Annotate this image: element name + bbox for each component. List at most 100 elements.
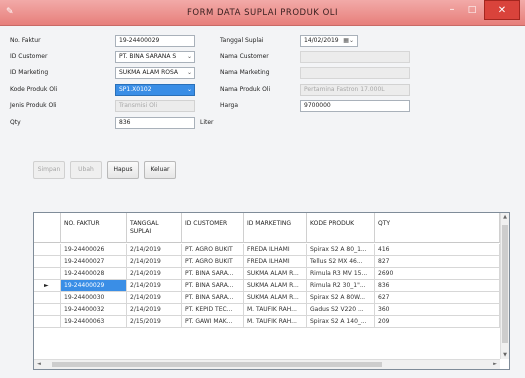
- table-row[interactable]: 19-24400032 2/14/2019 PT. KEPID TEC... M. T…: [34, 304, 509, 316]
- cell-id-customer[interactable]: PT. BINA SARA...: [182, 268, 244, 279]
- horizontal-scrollbar[interactable]: ◄ ►: [34, 359, 500, 369]
- cell-no-faktur[interactable]: 19-24400032: [61, 304, 127, 315]
- scroll-down-icon[interactable]: ▼: [501, 352, 509, 358]
- cell-kode-produk[interactable]: Spirax S2 A 140_...: [307, 316, 375, 327]
- qty-field[interactable]: 836: [115, 117, 195, 129]
- no-faktur-field[interactable]: 19-24400029: [115, 35, 195, 47]
- table-row[interactable]: ► 19-24400029 2/14/2019 PT. BINA SARA... SUK…: [34, 280, 509, 292]
- cell-no-faktur[interactable]: 19-24400027: [61, 256, 127, 267]
- cell-id-marketing[interactable]: SUKMA ALAM R...: [244, 280, 307, 291]
- cell-no-faktur[interactable]: 19-24400063: [61, 316, 127, 327]
- row-header-corner: [34, 213, 61, 243]
- cell-kode-produk[interactable]: Rimula R2 30_1"...: [307, 280, 375, 291]
- row-header[interactable]: ►: [34, 280, 61, 291]
- harga-field[interactable]: 9700000: [300, 100, 410, 112]
- cell-id-marketing[interactable]: M. TAUFIK RAH...: [244, 304, 307, 315]
- ubah-button[interactable]: Ubah: [70, 161, 102, 179]
- cell-qty[interactable]: 209: [375, 316, 500, 327]
- cell-id-marketing[interactable]: FREDA ILHAMI: [244, 244, 307, 255]
- table-row[interactable]: 19-24400027 2/14/2019 PT. AGRO BUKIT FREDA …: [34, 256, 509, 268]
- cell-tanggal-suplai[interactable]: 2/14/2019: [127, 292, 182, 303]
- id-customer-value: PT. BINA SARANA S: [119, 53, 177, 60]
- maximize-button[interactable]: □: [462, 0, 482, 20]
- table-row[interactable]: 19-24400063 2/15/2019 PT. GAWI MAK... M. TA…: [34, 316, 509, 328]
- cell-qty[interactable]: 627: [375, 292, 500, 303]
- chevron-down-icon: ⌄: [186, 69, 192, 76]
- chevron-down-icon: ⌄: [186, 53, 192, 60]
- hapus-button[interactable]: Hapus: [107, 161, 139, 179]
- cell-no-faktur[interactable]: 19-24400026: [61, 244, 127, 255]
- id-marketing-value: SUKMA ALAM ROSA: [119, 69, 179, 76]
- cell-no-faktur[interactable]: 19-24400028: [61, 268, 127, 279]
- column-header-tanggal-suplai[interactable]: TANGGAL SUPLAI: [127, 213, 182, 243]
- keluar-button[interactable]: Keluar: [144, 161, 176, 179]
- simpan-button[interactable]: Simpan: [33, 161, 65, 179]
- nama-marketing-field[interactable]: [300, 67, 410, 79]
- row-header[interactable]: [34, 316, 61, 327]
- minimize-button[interactable]: –: [442, 0, 462, 20]
- cell-qty[interactable]: 827: [375, 256, 500, 267]
- horizontal-scroll-thumb[interactable]: [52, 362, 382, 367]
- cell-no-faktur[interactable]: 19-24400030: [61, 292, 127, 303]
- cell-kode-produk[interactable]: Rimula R3 MV 15...: [307, 268, 375, 279]
- vertical-scrollbar[interactable]: ▲ ▼: [500, 213, 509, 359]
- cell-id-marketing[interactable]: M. TAUFIK RAH...: [244, 316, 307, 327]
- kode-produk-value: SP1.X0102: [119, 86, 152, 93]
- cell-qty[interactable]: 416: [375, 244, 500, 255]
- close-button[interactable]: ✕: [484, 0, 520, 20]
- column-header-qty[interactable]: QTY: [375, 213, 500, 243]
- cell-id-marketing[interactable]: SUKMA ALAM R...: [244, 268, 307, 279]
- table-row[interactable]: 19-24400030 2/14/2019 PT. BINA SARA... SUKM…: [34, 292, 509, 304]
- nama-customer-field[interactable]: [300, 51, 410, 63]
- cell-tanggal-suplai[interactable]: 2/14/2019: [127, 304, 182, 315]
- cell-kode-produk[interactable]: Gadus S2 V220 ...: [307, 304, 375, 315]
- row-header[interactable]: [34, 256, 61, 267]
- cell-id-customer[interactable]: PT. GAWI MAK...: [182, 316, 244, 327]
- cell-tanggal-suplai[interactable]: 2/15/2019: [127, 316, 182, 327]
- harga-label: Harga: [220, 102, 239, 109]
- cell-id-customer[interactable]: PT. AGRO BUKIT: [182, 244, 244, 255]
- jenis-produk-field[interactable]: Transmisi Oli: [115, 100, 195, 112]
- tanggal-suplai-picker[interactable]: 14/02/2019 ▦⌄: [300, 35, 358, 47]
- table-row[interactable]: 19-24400028 2/14/2019 PT. BINA SARA... SUKM…: [34, 268, 509, 280]
- row-header[interactable]: [34, 268, 61, 279]
- row-header[interactable]: [34, 304, 61, 315]
- column-header-id-customer[interactable]: ID CUSTOMER: [182, 213, 244, 243]
- kode-produk-dropdown[interactable]: SP1.X0102 ⌄: [115, 84, 195, 96]
- row-header[interactable]: [34, 244, 61, 255]
- cell-qty[interactable]: 360: [375, 304, 500, 315]
- scroll-right-icon[interactable]: ►: [493, 360, 497, 369]
- id-customer-dropdown[interactable]: PT. BINA SARANA S ⌄: [115, 51, 195, 63]
- cell-no-faktur[interactable]: 19-24400029: [61, 280, 127, 291]
- cell-tanggal-suplai[interactable]: 2/14/2019: [127, 268, 182, 279]
- id-marketing-dropdown[interactable]: SUKMA ALAM ROSA ⌄: [115, 67, 195, 79]
- cell-qty[interactable]: 2690: [375, 268, 500, 279]
- cell-kode-produk[interactable]: Tellus S2 MX 46...: [307, 256, 375, 267]
- row-header[interactable]: [34, 292, 61, 303]
- cell-id-customer[interactable]: PT. BINA SARA...: [182, 292, 244, 303]
- cell-qty[interactable]: 836: [375, 280, 500, 291]
- title-bar: ✎ FORM DATA SUPLAI PRODUK OLI – □ ✕: [0, 0, 525, 26]
- suplai-data-grid[interactable]: NO. FAKTUR TANGGAL SUPLAI ID CUSTOMER ID…: [33, 212, 510, 370]
- cell-tanggal-suplai[interactable]: 2/14/2019: [127, 256, 182, 267]
- vertical-scroll-thumb[interactable]: [502, 225, 508, 343]
- column-header-id-marketing[interactable]: ID MARKETING: [244, 213, 307, 243]
- cell-id-marketing[interactable]: SUKMA ALAM R...: [244, 292, 307, 303]
- cell-kode-produk[interactable]: Spirax S2 A 80_1...: [307, 244, 375, 255]
- cell-tanggal-suplai[interactable]: 2/14/2019: [127, 244, 182, 255]
- cell-id-marketing[interactable]: FREDA ILHAMI: [244, 256, 307, 267]
- cell-kode-produk[interactable]: Spirax S2 A 80W...: [307, 292, 375, 303]
- nama-produk-field[interactable]: Pertamina Fastron 17.000L: [300, 84, 410, 96]
- column-header-no-faktur[interactable]: NO. FAKTUR: [61, 213, 127, 243]
- cell-id-customer[interactable]: PT. KEPID TEC...: [182, 304, 244, 315]
- cell-tanggal-suplai[interactable]: 2/14/2019: [127, 280, 182, 291]
- cell-id-customer[interactable]: PT. AGRO BUKIT: [182, 256, 244, 267]
- scroll-up-icon[interactable]: ▲: [501, 214, 509, 220]
- jenis-produk-label: Jenis Produk Oli: [10, 102, 57, 109]
- column-header-kode-produk[interactable]: KODE PRODUK: [307, 213, 375, 243]
- id-marketing-label: ID Marketing: [10, 69, 49, 76]
- scroll-left-icon[interactable]: ◄: [37, 360, 41, 369]
- cell-id-customer[interactable]: PT. BINA SARA...: [182, 280, 244, 291]
- grid-header: NO. FAKTUR TANGGAL SUPLAI ID CUSTOMER ID…: [34, 213, 509, 243]
- table-row[interactable]: 19-24400026 2/14/2019 PT. AGRO BUKIT FREDA …: [34, 244, 509, 256]
